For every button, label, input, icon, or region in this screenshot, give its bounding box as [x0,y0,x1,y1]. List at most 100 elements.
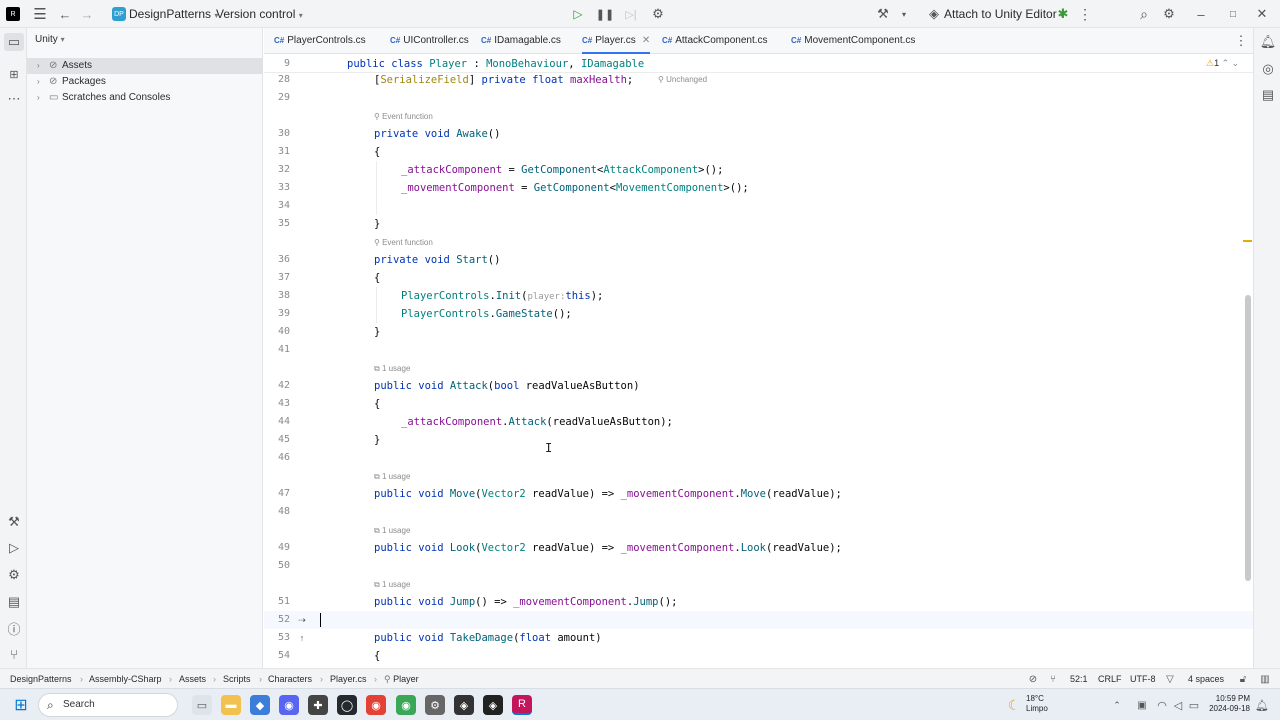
chrome-profile-icon[interactable]: ◉ [396,695,416,715]
more-tools-icon[interactable]: ⋯ [4,90,24,108]
task-view-icon[interactable]: ▭ [192,695,212,715]
chevron-right-icon: › [37,61,40,70]
taskbar-search[interactable]: ⌕ Search [38,693,178,717]
discord-icon[interactable]: ◉ [279,695,299,715]
problems-tool-icon[interactable]: ⓘ [4,619,24,637]
tab-idamagable[interactable]: C# IDamagable.cs [481,28,561,54]
cursor-position[interactable]: 52:1 [1070,669,1088,689]
breadcrumb-item[interactable]: Assembly-CSharp [89,669,162,689]
breadcrumb-item[interactable]: Player.cs [330,669,367,689]
line-number: 30 [277,128,290,139]
attach-unity-selector[interactable]: Attach to Unity Editor ▾ [944,0,1064,28]
project-tool-icon[interactable]: ▭ [4,33,24,51]
database-icon[interactable]: ▤ [1258,86,1278,104]
terminal-tool-icon[interactable]: ▤ [4,593,24,611]
unity-hub-icon[interactable]: ◈ [454,695,474,715]
pause-icon[interactable]: ❚❚ [596,5,614,23]
back-icon[interactable]: ← [56,4,74,24]
structure-tool-icon[interactable]: ⊞ [4,65,24,83]
vertical-scrollbar[interactable] [1245,295,1251,581]
battery-icon[interactable]: ▭ [1186,696,1202,714]
copilot-icon[interactable]: ◆ [250,695,270,715]
project-panel-title[interactable]: Unity ▾ [35,34,65,45]
editorconfig-icon[interactable]: ▽ [1164,671,1176,687]
line-number: 40 [277,326,290,337]
line-number: 36 [277,254,290,265]
tab-uicontroller[interactable]: C# UIController.cs [390,28,469,54]
breadcrumb-item[interactable]: DesignPatterns [10,669,72,689]
memory-icon[interactable]: ▥ [1259,671,1271,687]
tab-attackcomponent[interactable]: C# AttackComponent.cs [662,28,768,54]
chrome-icon[interactable]: ◉ [366,695,386,715]
settings-app-icon[interactable]: ⚙ [425,695,445,715]
unity-editor-icon[interactable]: ◈ [483,695,503,715]
windows-start-icon[interactable]: ⊞ [12,696,30,714]
search-icon[interactable]: ⌕ [1135,5,1153,23]
gutter-action-icon[interactable]: ⇢ [295,612,309,628]
notification-bell-icon[interactable]: 🔔︎ [1254,696,1270,714]
tree-item-packages[interactable]: › ⊘ Packages [27,74,263,90]
implements-icon[interactable]: ↑ [295,630,309,646]
lock-icon[interactable]: 🔓︎ [1237,671,1249,687]
usage-hint[interactable]: ⧉ 1 usage [374,525,410,537]
volume-icon[interactable]: ◁ [1170,696,1186,714]
forward-icon[interactable]: → [78,4,96,24]
line-number: 52 [277,614,290,625]
unity-explorer-icon[interactable]: ◎ [1258,60,1278,78]
step-icon[interactable]: ▷| [622,5,640,23]
file-encoding[interactable]: UTF-8 [1130,669,1156,689]
line-ending[interactable]: CRLF [1098,669,1122,689]
run-tool-icon[interactable]: ▷ [4,539,24,557]
tab-movementcomponent[interactable]: C# MovementComponent.cs [791,28,915,54]
tray-chevron-icon[interactable]: ⌃ [1110,696,1124,714]
build-tool-icon[interactable]: ⚒ [4,513,24,531]
debug-icon[interactable]: ⚙ [649,5,667,23]
tabs-more-icon[interactable]: ⋮ [1234,32,1248,50]
warning-stripe[interactable] [1243,240,1252,242]
tree-item-scratches[interactable]: › ▭ Scratches and Consoles [27,90,263,106]
maximize-icon[interactable]: □ [1225,5,1241,23]
code-editor[interactable]: 9 public class Player : MonoBehaviour, I… [264,55,1253,668]
usage-hint[interactable]: ⧉ 1 usage [374,363,410,375]
chevron-down-icon[interactable]: ▾ [898,5,910,23]
project-selector[interactable]: DesignPatterns ▾ [129,0,218,28]
git-tool-icon[interactable]: ⑂ [4,645,24,663]
breadcrumb-item[interactable]: Scripts [223,669,251,689]
indent-setting[interactable]: 4 spaces [1188,669,1224,689]
code-line: } [374,434,381,446]
tray-app-icon[interactable]: ▣ [1134,696,1150,714]
debug-tool-icon[interactable]: ⚙ [4,566,24,584]
breadcrumb-item[interactable]: ⚲ Player [384,669,419,689]
breadcrumb-item[interactable]: Characters [268,669,312,689]
rider-app-icon[interactable]: R [512,695,532,715]
tree-item-assets[interactable]: › ⊘ Assets [27,58,263,74]
clock[interactable]: 10:59 PM 2024-09-18 [1206,694,1250,714]
wifi-icon[interactable]: ◠ [1154,696,1170,714]
warning-indicator[interactable]: ⚠1 ⌃ ⌄ [1206,58,1239,69]
bug-icon[interactable]: ✱ [1055,5,1071,23]
weather-widget[interactable]: 18°C Limpo [1026,694,1048,714]
usage-hint[interactable]: ⧉ 1 usage [374,579,410,591]
close-tab-icon[interactable]: ✕ [642,35,650,46]
minimize-icon[interactable]: – [1193,5,1209,23]
close-icon[interactable]: ✕ [1254,5,1270,23]
settings-icon[interactable]: ⚙ [1160,5,1178,23]
tab-playercontrols[interactable]: C# PlayerControls.cs [274,28,366,54]
file-explorer-icon[interactable]: ▬ [221,695,241,715]
app-icon[interactable]: ✚ [308,695,328,715]
hammer-icon[interactable]: ⚒ [874,5,892,23]
breadcrumb-item[interactable]: Assets [179,669,206,689]
run-icon[interactable]: ▷ [569,5,587,23]
vcs-selector[interactable]: Version control ▾ [216,0,303,28]
inspections-icon[interactable]: ⊘ [1026,671,1040,687]
tab-player[interactable]: C# Player.cs ✕ [582,28,651,54]
main-menu-icon[interactable]: ☰ [30,4,50,24]
notifications-icon[interactable]: 🔔︎ [1258,33,1278,51]
vcs-status-icon[interactable]: ⑂ [1047,671,1059,687]
rider-logo-icon: R [6,7,20,21]
more-icon[interactable]: ⋮ [1078,5,1092,23]
usage-hint[interactable]: ⧉ 1 usage [374,471,410,483]
code-line: } [374,218,381,230]
github-icon[interactable]: ◯ [337,695,357,715]
code-line: _attackComponent = GetComponent<AttackCo… [401,164,724,176]
